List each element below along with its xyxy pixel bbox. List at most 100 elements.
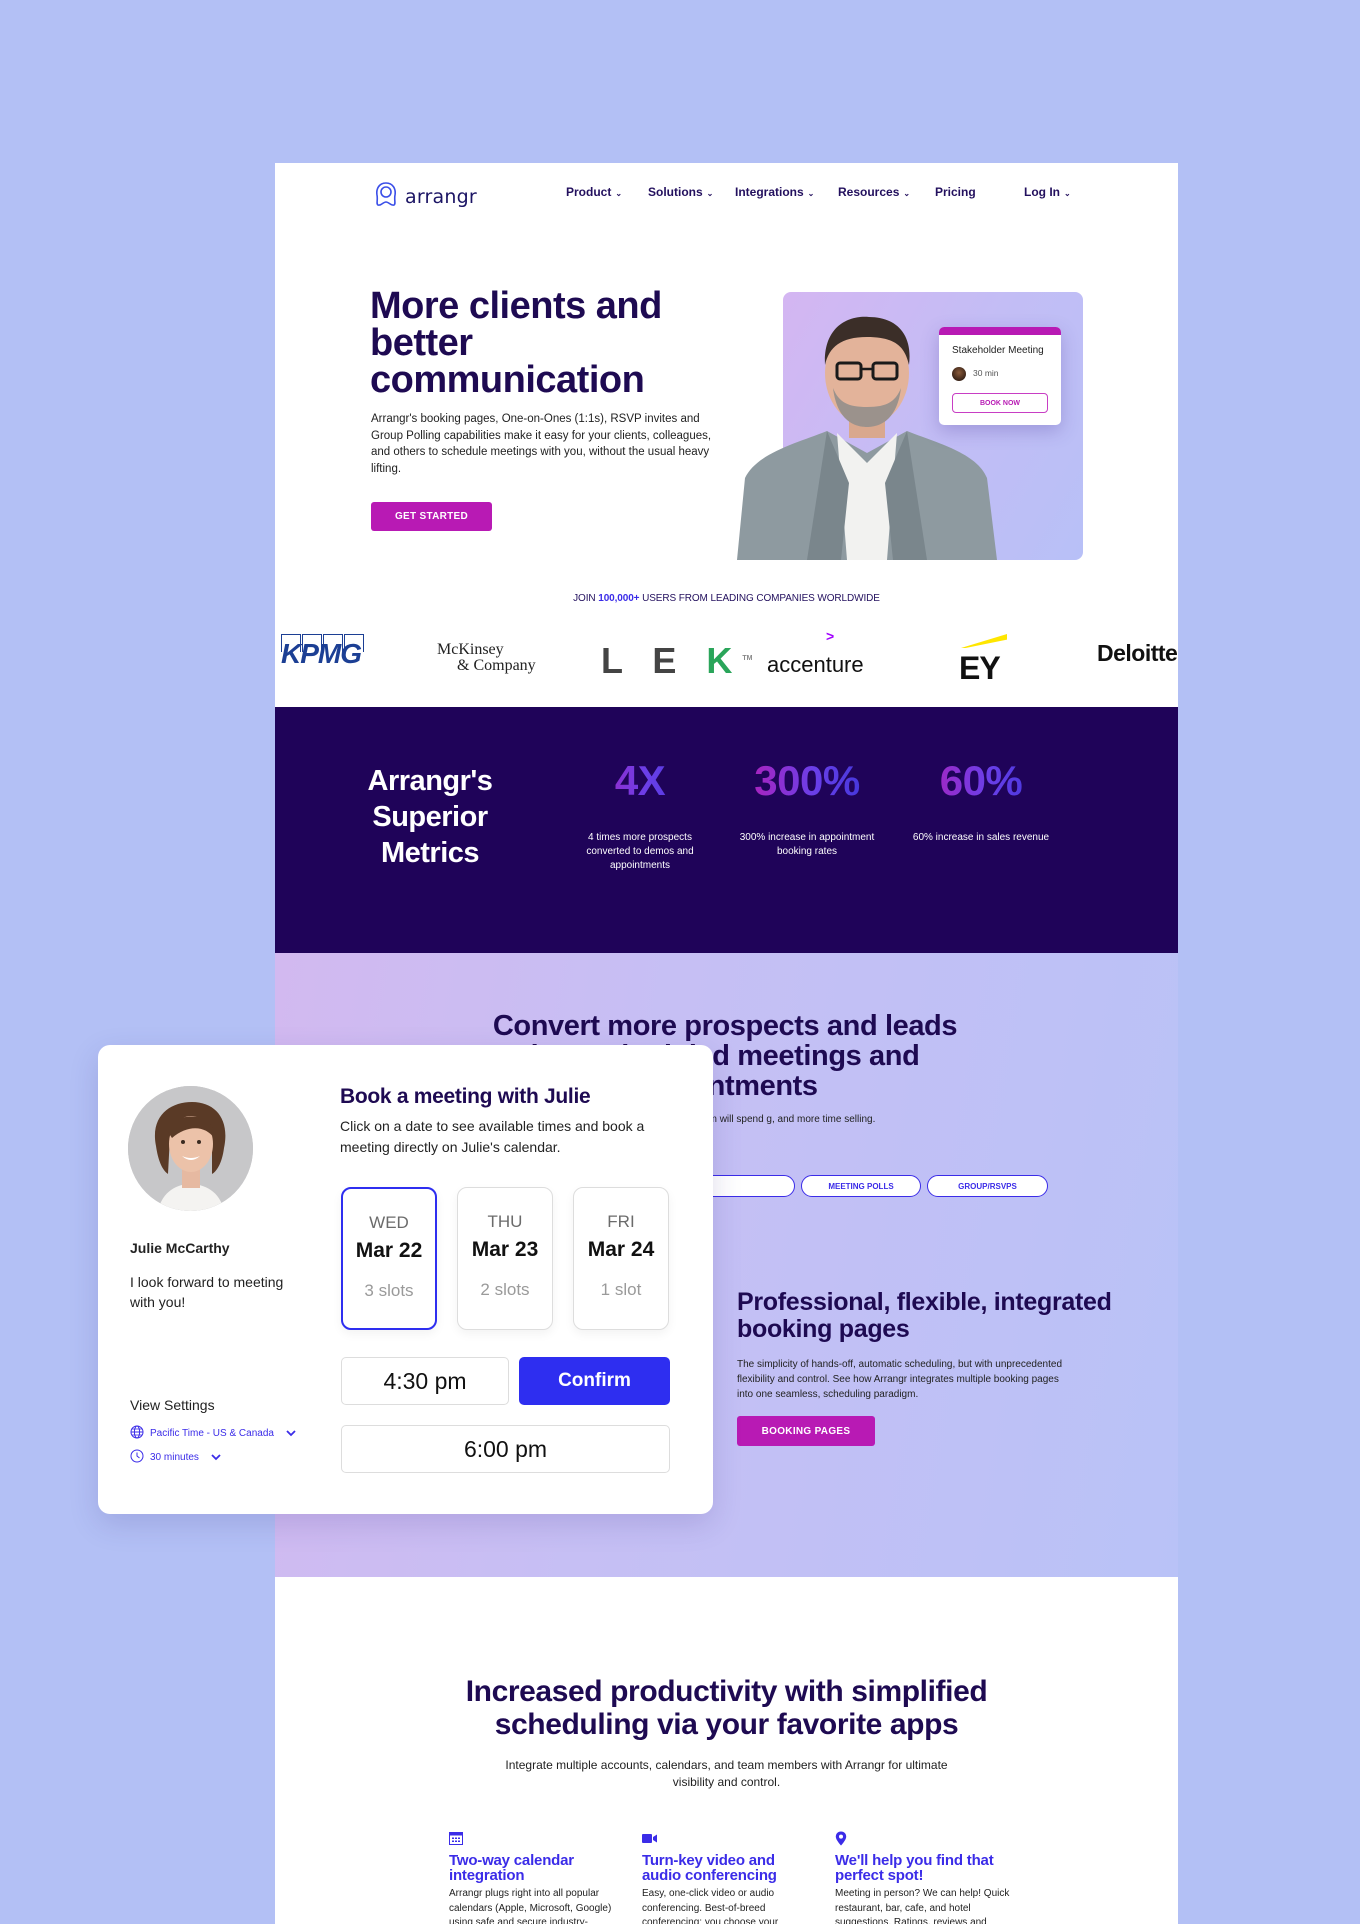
host-message: I look forward to meeting with you!	[130, 1274, 284, 1310]
feature-description: Arrangr plugs right into all popular cal…	[449, 1888, 612, 1924]
host-avatar	[128, 1086, 253, 1211]
top-navigation: arrangr Product ⌄ Solutions ⌄ Integrations…	[275, 163, 1178, 223]
nav-solutions-label: Solutions	[648, 185, 703, 199]
booking-widget: Julie McCarthy I look forward to meeting…	[98, 1045, 713, 1514]
date-option-thu[interactable]: THU Mar 23 2 slots	[457, 1187, 553, 1330]
nav-pricing-label: Pricing	[935, 185, 976, 199]
join-suffix: USERS FROM LEADING COMPANIES WORLDWIDE	[642, 593, 880, 604]
host-name: Julie McCarthy	[130, 1240, 230, 1256]
feature-calendar: Two-way calendar integration Arrangr plu…	[449, 1831, 624, 1924]
chevron-down-icon: ⌄	[706, 188, 714, 198]
timezone-value: Pacific Time - US & Canada	[150, 1428, 274, 1439]
metrics-section: Arrangr's Superior Metrics 4X 4 times mo…	[275, 707, 1178, 953]
tag-meeting-polls[interactable]: MEETING POLLS	[801, 1175, 921, 1197]
kpmg-logo: KPMG	[281, 634, 364, 670]
globe-icon	[130, 1425, 144, 1442]
nav-integrations[interactable]: Integrations ⌄	[735, 185, 814, 199]
metric-description: 300% increase in appointment booking rat…	[739, 832, 875, 857]
feature-video: Turn-key video and audio conferencing Ea…	[642, 1831, 817, 1924]
chevron-down-icon	[286, 1428, 296, 1440]
metric-description: 4 times more prospects converted to demo…	[586, 832, 694, 871]
booking-description: Click on a date to see available times a…	[340, 1118, 645, 1155]
nav-pricing[interactable]: Pricing	[935, 185, 976, 199]
attendee-avatar	[952, 367, 966, 381]
slot-count: 2 slots	[480, 1280, 530, 1299]
map-pin-icon	[835, 1831, 1010, 1849]
meeting-title: Stakeholder Meeting	[952, 345, 1044, 356]
date-label: Mar 22	[355, 1239, 423, 1262]
confirm-button[interactable]: Confirm	[519, 1357, 670, 1405]
user-count: 100,000+	[598, 593, 640, 604]
time-slot-button[interactable]: 4:30 pm	[341, 1357, 509, 1405]
kpmg-text: KPMG	[281, 638, 362, 669]
hero-title: More clients and better communication	[370, 285, 662, 401]
feature-location: We'll help you find that perfect spot! M…	[835, 1831, 1010, 1924]
feature-title: Turn-key video and audio conferencing	[642, 1852, 777, 1884]
date-label: Mar 23	[471, 1238, 539, 1261]
timezone-select[interactable]: Pacific Time - US & Canada	[130, 1425, 296, 1442]
booking-pages-title: Professional, flexible, integrated booki…	[737, 1288, 1112, 1343]
nav-solutions[interactable]: Solutions ⌄	[648, 185, 713, 199]
nav-resources-label: Resources	[838, 185, 900, 199]
calendar-icon	[449, 1831, 624, 1849]
feature-title: Two-way calendar integration	[449, 1852, 574, 1884]
duration-value: 30 minutes	[150, 1452, 199, 1463]
chevron-down-icon: ⌄	[1064, 188, 1071, 198]
login-menu[interactable]: Log In ⌄	[1024, 185, 1071, 199]
tag-group-rsvps[interactable]: GROUP/RSVPS	[927, 1175, 1048, 1197]
booking-pages-button[interactable]: BOOKING PAGES	[737, 1416, 875, 1446]
ey-logo: EY	[956, 628, 1007, 688]
card-accent-bar	[939, 327, 1061, 335]
day-of-week: WED	[369, 1213, 409, 1232]
day-of-week: FRI	[607, 1212, 635, 1231]
chevron-down-icon: ⌄	[615, 188, 623, 198]
chevron-down-icon: ⌄	[807, 188, 815, 198]
meeting-duration: 30 min	[973, 368, 999, 378]
get-started-button[interactable]: GET STARTED	[371, 502, 492, 531]
nav-product[interactable]: Product ⌄	[566, 185, 622, 199]
join-prefix: JOIN	[573, 593, 596, 604]
slot-count: 3 slots	[364, 1281, 414, 1300]
metric-value: 60%	[911, 757, 1051, 805]
feature-description: Easy, one-click video or audio conferenc…	[642, 1888, 779, 1924]
hero-description: Arrangr's booking pages, One-on-Ones (1:…	[371, 413, 712, 475]
duration-select[interactable]: 30 minutes	[130, 1449, 221, 1466]
feature-title: We'll help you find that perfect spot!	[835, 1852, 994, 1884]
nav-resources[interactable]: Resources ⌄	[838, 185, 910, 199]
metric-value: 300%	[737, 757, 877, 805]
time-slot-button[interactable]: 6:00 pm	[341, 1425, 670, 1473]
metric-item: 60% 60% increase in sales revenue	[911, 757, 1051, 845]
company-logos: KPMG McKinsey & Company L E KTM > accent…	[275, 628, 1178, 698]
day-of-week: THU	[487, 1212, 523, 1231]
arrangr-logo-icon	[373, 181, 399, 212]
mckinsey-line-2: & Company	[457, 657, 536, 674]
deloitte-logo: Deloitte	[1097, 640, 1178, 666]
meeting-preview-card: Stakeholder Meeting 30 min BOOK NOW	[939, 327, 1061, 425]
date-label: Mar 24	[587, 1238, 655, 1261]
nav-product-label: Product	[566, 185, 612, 199]
brand-logo[interactable]: arrangr	[373, 181, 477, 212]
booking-title: Book a meeting with Julie	[340, 1085, 591, 1108]
logo-text: arrangr	[405, 185, 477, 208]
book-now-button[interactable]: BOOK NOW	[952, 393, 1048, 413]
feature-description: Meeting in person? We can help! Quick re…	[835, 1888, 1010, 1924]
metric-description: 60% increase in sales revenue	[912, 832, 1050, 843]
slot-count: 1 slot	[600, 1280, 642, 1299]
ey-beam-icon	[961, 634, 1007, 648]
chevron-down-icon	[211, 1452, 221, 1464]
nav-integrations-label: Integrations	[735, 185, 804, 199]
booking-pages-description: The simplicity of hands-off, automatic s…	[737, 1359, 1062, 1400]
ey-text: EY	[959, 650, 1001, 686]
date-option-fri[interactable]: FRI Mar 24 1 slot	[573, 1187, 669, 1330]
accenture-chevron-icon: >	[826, 628, 835, 644]
mckinsey-line-1: McKinsey	[437, 641, 504, 658]
mckinsey-logo: McKinsey & Company	[437, 642, 536, 674]
clock-icon	[130, 1449, 144, 1466]
social-proof-text: JOIN 100,000+ USERS FROM LEADING COMPANI…	[275, 593, 1178, 604]
chevron-down-icon: ⌄	[903, 188, 911, 198]
video-camera-icon	[642, 1831, 817, 1849]
metric-item: 4X 4 times more prospects converted to d…	[570, 757, 710, 873]
productivity-description: Integrate multiple accounts, calendars, …	[505, 1758, 948, 1789]
accenture-text: accenture	[767, 652, 864, 677]
date-option-wed[interactable]: WED Mar 22 3 slots	[341, 1187, 437, 1330]
